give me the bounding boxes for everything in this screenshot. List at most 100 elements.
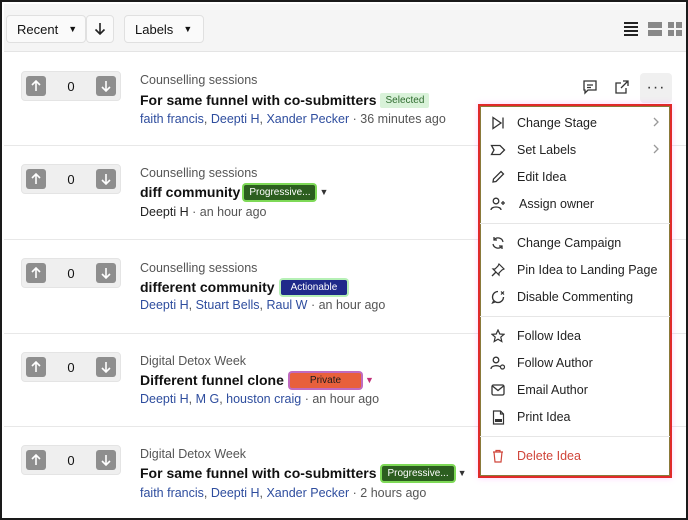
menu-item-assign-owner[interactable]: Assign owner (490, 193, 664, 215)
idea-meta: Deepti H · an hour ago (140, 205, 267, 219)
star-icon (491, 329, 505, 343)
menu-item-label: Delete Idea (517, 449, 581, 463)
labels-filter-dropdown[interactable]: Labels ▼ (124, 15, 204, 43)
author-link[interactable]: Stuart Bells (196, 298, 260, 312)
idea-title[interactable]: different community (140, 279, 275, 295)
menu-item-change-campaign[interactable]: Change Campaign (490, 232, 664, 254)
menu-item-label: Pin Idea to Landing Page (517, 263, 658, 277)
share-icon[interactable] (614, 79, 630, 95)
menu-item-edit-idea[interactable]: Edit Idea (490, 166, 664, 188)
timestamp: an hour ago (318, 298, 386, 312)
chevron-right-icon (653, 144, 659, 154)
comment-icon[interactable] (582, 79, 598, 95)
vote-control: 0 (21, 445, 121, 475)
campaign-name[interactable]: Counselling sessions (140, 261, 257, 275)
menu-item-pin-idea[interactable]: Pin Idea to Landing Page (490, 259, 664, 281)
author-link[interactable]: faith francis (140, 112, 204, 126)
stage-icon (492, 116, 504, 130)
user-follow-icon (490, 356, 506, 370)
author-link[interactable]: Deepti H (211, 486, 260, 500)
vote-count: 0 (67, 79, 75, 94)
user-add-icon (490, 197, 505, 211)
upvote-button[interactable] (26, 357, 46, 377)
meta-separator: · (310, 298, 316, 312)
menu-item-follow-author[interactable]: Follow Author (490, 352, 664, 374)
vote-control: 0 (21, 352, 121, 382)
downvote-button[interactable] (96, 76, 116, 96)
caret-down-icon[interactable]: ▼ (458, 468, 467, 478)
author-link[interactable]: Deepti H (211, 112, 260, 126)
campaign-name[interactable]: Counselling sessions (140, 73, 257, 87)
menu-item-delete-idea[interactable]: Delete Idea (490, 445, 664, 467)
pdf-file-icon (492, 409, 504, 425)
menu-item-change-stage[interactable]: Change Stage (490, 112, 664, 134)
comment-off-icon (491, 290, 505, 304)
toolbar: Recent ▼ Labels ▼ (4, 4, 686, 52)
idea-title-line: different community Actionable (140, 279, 348, 295)
idea-meta: faith francis, Deepti H, Xander Pecker ·… (140, 112, 446, 126)
author-link[interactable]: houston craig (226, 392, 301, 406)
caret-down-icon[interactable]: ▼ (365, 375, 374, 385)
upvote-button[interactable] (26, 76, 46, 96)
menu-divider (480, 316, 670, 317)
vote-control: 0 (21, 164, 121, 194)
author-link[interactable]: Xander Pecker (266, 112, 349, 126)
idea-title[interactable]: diff community (140, 184, 240, 200)
campaign-name[interactable]: Counselling sessions (140, 166, 257, 180)
grid-view-icon[interactable] (668, 22, 682, 36)
menu-item-label: Set Labels (517, 143, 577, 157)
menu-item-email-author[interactable]: Email Author (490, 379, 664, 401)
caret-down-icon: ▼ (68, 24, 78, 34)
author-link[interactable]: Deepti H (140, 205, 189, 219)
upvote-button[interactable] (26, 450, 46, 470)
pencil-icon (492, 170, 505, 183)
timestamp: an hour ago (199, 205, 267, 219)
author-link[interactable]: Deepti H (140, 298, 189, 312)
caret-down-icon[interactable]: ▼ (319, 187, 328, 197)
menu-item-disable-commenting[interactable]: Disable Commenting (490, 286, 664, 308)
campaign-name[interactable]: Digital Detox Week (140, 447, 246, 461)
author-link[interactable]: Deepti H (140, 392, 189, 406)
vote-count: 0 (67, 172, 75, 187)
idea-title[interactable]: For same funnel with co-submitters (140, 465, 376, 481)
idea-meta: faith francis, Deepti H, Xander Pecker ·… (140, 486, 427, 500)
upvote-button[interactable] (26, 169, 46, 189)
compact-view-icon[interactable] (648, 22, 662, 36)
timestamp: an hour ago (312, 392, 380, 406)
menu-divider (480, 436, 670, 437)
upvote-button[interactable] (26, 263, 46, 283)
idea-actions-menu: Change Stage Set Labels Edit Idea Assign… (478, 104, 672, 478)
stage-badge: Progressive... (244, 184, 316, 200)
idea-meta: Deepti H, Stuart Bells, Raul W · an hour… (140, 298, 386, 312)
downvote-button[interactable] (96, 263, 116, 283)
arrow-up-icon (31, 80, 41, 91)
sort-dropdown[interactable]: Recent ▼ (6, 15, 86, 43)
downvote-button[interactable] (96, 357, 116, 377)
list-view-icon[interactable] (624, 22, 638, 36)
author-link[interactable]: Raul W (266, 298, 307, 312)
stage-badge: Progressive... (382, 465, 454, 481)
idea-title[interactable]: Different funnel clone (140, 372, 284, 388)
menu-item-follow-idea[interactable]: Follow Idea (490, 325, 664, 347)
idea-title-line: Different funnel clone Private ▼ (140, 372, 374, 388)
author-link[interactable]: M G (196, 392, 220, 406)
vote-control: 0 (21, 258, 121, 288)
menu-item-set-labels[interactable]: Set Labels (490, 139, 664, 161)
menu-item-label: Follow Author (517, 356, 593, 370)
sort-direction-button[interactable] (86, 15, 114, 43)
downvote-button[interactable] (96, 450, 116, 470)
trash-icon (493, 449, 503, 463)
more-options-button[interactable]: ··· (640, 73, 672, 103)
arrow-up-icon (31, 173, 41, 184)
author-link[interactable]: faith francis (140, 486, 204, 500)
idea-title[interactable]: For same funnel with co-submitters (140, 92, 376, 108)
arrow-up-icon (31, 267, 41, 278)
meta-separator: · (352, 486, 357, 500)
author-link[interactable]: Xander Pecker (266, 486, 349, 500)
vote-control: 0 (21, 71, 121, 101)
arrow-up-icon (31, 361, 41, 372)
menu-item-label: Change Stage (517, 116, 597, 130)
campaign-name[interactable]: Digital Detox Week (140, 354, 246, 368)
downvote-button[interactable] (96, 169, 116, 189)
menu-item-print-idea[interactable]: Print Idea (490, 406, 664, 428)
